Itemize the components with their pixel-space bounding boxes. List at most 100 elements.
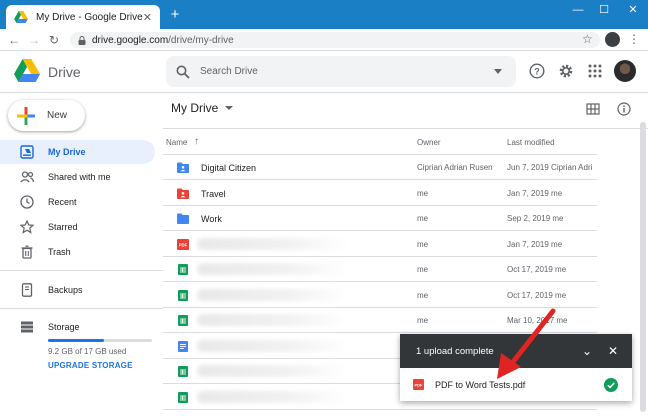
- blurred-file-name: [197, 288, 347, 301]
- file-owner: me: [417, 316, 429, 325]
- minimize-icon[interactable]: —: [565, 0, 591, 22]
- new-tab-icon[interactable]: +: [167, 7, 183, 23]
- sidebar-item-label: Storage: [48, 322, 80, 332]
- annotation-arrow: [497, 308, 556, 379]
- app-name[interactable]: Drive: [48, 64, 81, 80]
- toolbar-divider: [163, 128, 648, 129]
- my-drive-icon: [20, 145, 34, 159]
- search-options-icon[interactable]: [494, 69, 502, 74]
- drive-logo-icon[interactable]: [14, 59, 40, 82]
- blurred-file-name: [197, 263, 347, 275]
- svg-text:PDF: PDF: [179, 242, 188, 247]
- pdf-file-icon: PDF: [413, 379, 424, 390]
- sidebar-item-label: My Drive: [48, 147, 86, 157]
- red-folder-icon: [177, 188, 189, 199]
- back-icon[interactable]: ←: [6, 32, 22, 48]
- sidebar-item-my-drive[interactable]: My Drive: [0, 140, 155, 164]
- browser-titlebar: My Drive - Google Drive ✕ + — ☐ ✕: [0, 0, 648, 29]
- sidebar-item-shared[interactable]: Shared with me: [0, 165, 155, 189]
- bookmark-star-icon[interactable]: ☆: [582, 32, 593, 46]
- window-close-icon[interactable]: ✕: [620, 0, 646, 22]
- spreadsheet-icon: [178, 264, 188, 275]
- colored-plus-icon: [17, 106, 35, 125]
- address-bar[interactable]: drive.google.com/drive/my-drive: [70, 32, 600, 48]
- storage-icon: [21, 321, 33, 333]
- table-row[interactable]: Digital Citizen Ciprian Adrian Rusen Jun 7…: [163, 155, 597, 180]
- blurred-file-name: [197, 365, 347, 377]
- sidebar-item-label: Trash: [48, 247, 71, 257]
- forward-icon[interactable]: →: [26, 32, 42, 48]
- sidebar-item-label: Shared with me: [48, 172, 111, 182]
- sidebar-item-recent[interactable]: Recent: [0, 190, 155, 214]
- upgrade-storage-link[interactable]: UPGRADE STORAGE: [48, 361, 133, 370]
- grid-view-icon[interactable]: [586, 102, 600, 116]
- storage-usage-bar: [48, 339, 152, 342]
- file-owner: me: [417, 239, 429, 249]
- collapse-chevron-icon[interactable]: ⌄: [574, 344, 600, 358]
- chevron-down-icon: [225, 106, 234, 110]
- file-owner: me: [417, 265, 429, 274]
- table-row[interactable]: me Oct 17, 2019 me: [163, 283, 597, 308]
- storage-used-text: 9.2 GB of 17 GB used: [48, 347, 127, 356]
- file-owner: me: [417, 188, 429, 198]
- file-owner: me: [417, 290, 429, 300]
- file-last-modified: Sep 2, 2019 me: [507, 214, 564, 223]
- blurred-file-name: [197, 237, 347, 250]
- sidebar-item-trash[interactable]: Trash: [0, 240, 155, 264]
- browser-tab[interactable]: My Drive - Google Drive ✕: [6, 5, 160, 29]
- close-icon[interactable]: ✕: [600, 344, 626, 358]
- table-row[interactable]: Work me Sep 2, 2019 me: [163, 206, 597, 231]
- account-avatar[interactable]: [614, 60, 636, 82]
- file-name: Travel: [201, 188, 226, 199]
- search-input[interactable]: Search Drive: [200, 66, 494, 77]
- browser-menu-icon[interactable]: ⋮: [628, 32, 640, 46]
- sidebar-divider: [0, 308, 163, 309]
- spreadsheet-icon: [178, 315, 188, 326]
- my-drive-title-dropdown[interactable]: My Drive: [171, 101, 234, 115]
- search-bar[interactable]: Search Drive: [166, 56, 516, 87]
- sidebar-item-storage[interactable]: Storage: [0, 315, 155, 339]
- tab-close-icon[interactable]: ✕: [143, 11, 152, 24]
- scrollbar[interactable]: [640, 122, 646, 412]
- trash-icon: [21, 245, 33, 259]
- sidebar-item-label: Backups: [48, 285, 83, 295]
- search-icon[interactable]: [176, 65, 190, 79]
- maximize-icon[interactable]: ☐: [591, 0, 617, 22]
- file-last-modified: Jan 7, 2019 me: [507, 188, 563, 198]
- settings-gear-icon[interactable]: [558, 63, 574, 79]
- help-icon[interactable]: ?: [529, 63, 545, 79]
- apps-grid-icon[interactable]: [587, 63, 603, 79]
- backup-device-icon: [21, 283, 33, 297]
- file-name: Work: [201, 214, 222, 224]
- browser-profile-avatar[interactable]: [605, 32, 620, 47]
- shared-people-icon: [20, 171, 34, 183]
- browser-toolbar: ← → ↻ drive.google.com/drive/my-drive ☆ …: [0, 29, 648, 51]
- info-icon[interactable]: [617, 102, 631, 116]
- spreadsheet-icon: [178, 289, 188, 301]
- blurred-file-name: [197, 390, 347, 403]
- page-title: My Drive: [171, 101, 219, 115]
- sort-arrow-up-icon[interactable]: ↑: [194, 136, 199, 147]
- table-row[interactable]: me Oct 17, 2019 me: [163, 257, 597, 282]
- clock-icon: [20, 195, 34, 209]
- table-row[interactable]: PDF me Jan 7, 2019 me: [163, 232, 597, 257]
- new-button[interactable]: New: [8, 100, 85, 131]
- folder-icon: [177, 213, 189, 224]
- file-owner: Ciprian Adrian Rusen: [417, 163, 493, 172]
- svg-text:PDF: PDF: [415, 382, 424, 387]
- blurred-file-name: [197, 314, 347, 326]
- sidebar-item-starred[interactable]: Starred: [0, 215, 155, 239]
- sidebar-item-backups[interactable]: Backups: [0, 278, 155, 302]
- sidebar-divider: [0, 270, 163, 271]
- table-row[interactable]: Travel me Jan 7, 2019 me: [163, 181, 597, 206]
- file-name: Digital Citizen: [201, 163, 257, 173]
- reload-icon[interactable]: ↻: [46, 32, 62, 48]
- file-last-modified: Jun 7, 2019 Ciprian Adri: [507, 163, 593, 172]
- column-header-owner[interactable]: Owner: [417, 138, 441, 147]
- spreadsheet-icon: [178, 366, 188, 377]
- document-icon: [178, 340, 188, 352]
- column-header-modified[interactable]: Last modified: [507, 138, 555, 147]
- svg-text:?: ?: [534, 67, 540, 77]
- drive-favicon-icon: [14, 11, 28, 23]
- column-header-name[interactable]: Name: [166, 138, 187, 147]
